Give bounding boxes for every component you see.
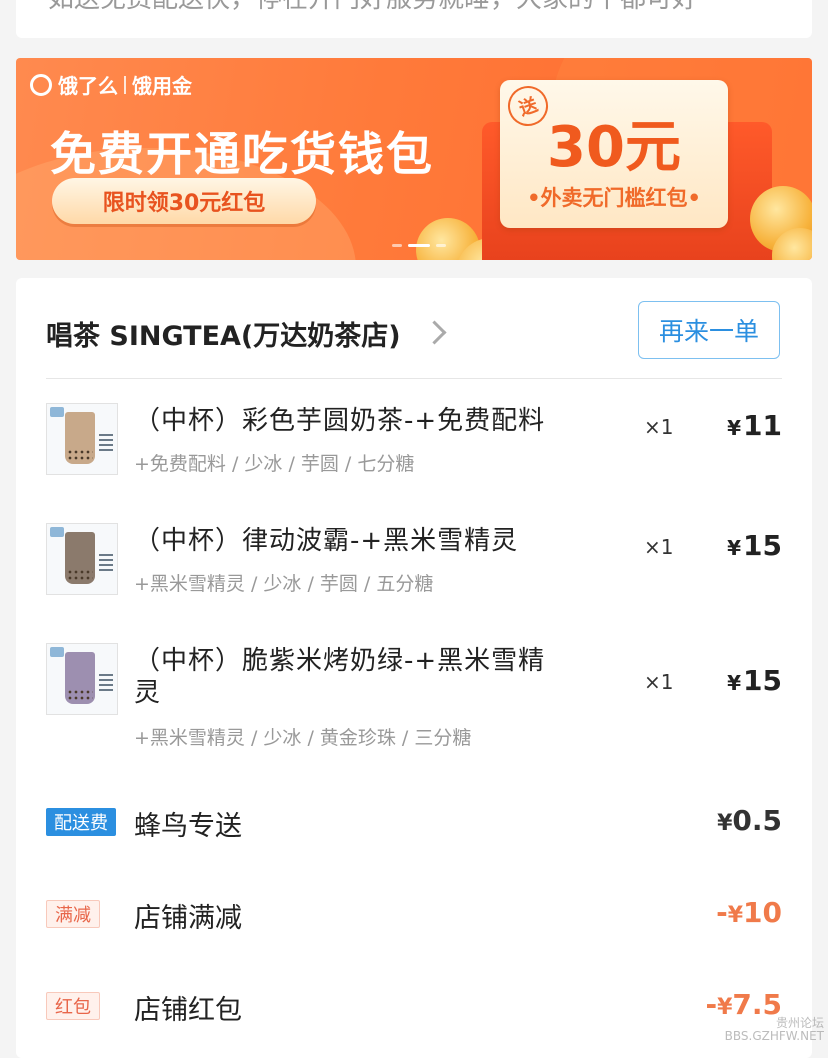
previous-card: 如送免费配送快，停在开门好服务就睡，大家的平都可好 <box>16 0 812 38</box>
brand-name: 饿了么 <box>58 74 118 98</box>
delivery-fee-amount: ¥0.5 <box>717 804 782 837</box>
item-price: ¥11 <box>727 409 782 442</box>
currency-symbol: ¥ <box>727 536 742 560</box>
carousel-dot <box>436 244 446 247</box>
label-lines <box>99 674 113 694</box>
order-card: 唱茶 SINGTEA(万达奶茶店) 再来一单 （中杯）彩色芋圆奶茶-+免费配料 … <box>16 278 812 1058</box>
banner-cta-button[interactable]: 限时领30元红包 <box>52 178 316 224</box>
carousel-indicator <box>392 244 446 247</box>
product-thumbnail <box>46 403 118 475</box>
product-thumbnail <box>46 523 118 595</box>
item-options: +黑米雪精灵 / 少冰 / 芋圆 / 五分糖 <box>134 573 434 595</box>
item-price: ¥15 <box>727 529 782 562</box>
banner-headline: 免费开通吃货钱包 <box>50 127 434 181</box>
chevron-right-icon[interactable] <box>422 320 447 345</box>
delivery-fee-badge: 配送费 <box>46 808 116 836</box>
discount-badge: 满减 <box>46 900 100 928</box>
watermark: 贵州论坛 BBS.GZHFW.NET <box>725 1017 824 1043</box>
brand-logo: 饿了么 饿用金 <box>30 70 192 99</box>
coupon-ticket: 送 30元 •外卖无门槛红包• <box>500 80 728 228</box>
item-quantity: ×1 <box>644 415 674 439</box>
brand-tag-icon <box>50 407 64 417</box>
item-quantity: ×1 <box>644 670 674 694</box>
amount-value: 10 <box>743 896 782 929</box>
item-price: ¥15 <box>727 664 782 697</box>
delivery-fee-row: 配送费 蜂鸟专送 ¥0.5 <box>16 804 812 844</box>
item-options: +黑米雪精灵 / 少冰 / 黄金珍珠 / 三分糖 <box>134 727 472 749</box>
carousel-dot-active <box>408 244 430 247</box>
cup-icon <box>65 412 95 464</box>
brand-tag-icon <box>50 527 64 537</box>
cup-icon <box>65 652 95 704</box>
redpacket-label: 店铺红包 <box>134 995 242 1026</box>
truncated-text: 如送免费配送快，停在开门好服务就睡，大家的平都可好 <box>48 0 698 15</box>
delivery-fee-label: 蜂鸟专送 <box>134 811 242 842</box>
watermark-line: BBS.GZHFW.NET <box>724 1029 824 1043</box>
cup-icon <box>65 532 95 584</box>
price-value: 15 <box>743 664 782 697</box>
pearls-icon <box>67 449 93 461</box>
currency-symbol: ¥ <box>727 416 742 440</box>
promo-banner[interactable]: 饿了么 饿用金 免费开通吃货钱包 限时领30元红包 送 30元 •外卖无门槛红包… <box>16 58 812 260</box>
store-redpacket-row: 红包 店铺红包 -¥7.5 <box>16 988 812 1028</box>
redpacket-badge: 红包 <box>46 992 100 1020</box>
coupon-amount: 30元 <box>547 115 681 180</box>
item-name: （中杯）律动波霸-+黑米雪精灵 <box>134 526 519 556</box>
price-value: 11 <box>743 409 782 442</box>
pearls-icon <box>67 569 93 581</box>
price-value: 15 <box>743 529 782 562</box>
currency-symbol: ¥ <box>727 671 742 695</box>
item-name: （中杯）脆紫米烤奶绿-+黑米雪精灵 <box>134 646 546 708</box>
currency-symbol: ¥ <box>717 811 733 836</box>
item-name: （中杯）彩色芋圆奶茶-+免费配料 <box>134 406 546 436</box>
label-lines <box>99 434 113 454</box>
brand-tag-icon <box>50 647 64 657</box>
discount-label: 店铺满减 <box>134 903 242 934</box>
coupon-subtitle: •外卖无门槛红包• <box>527 186 701 210</box>
item-quantity: ×1 <box>644 535 674 559</box>
discount-amount: -¥10 <box>716 896 782 929</box>
eleme-logo-icon <box>30 73 52 96</box>
divider <box>124 75 126 94</box>
carousel-dot <box>392 244 402 247</box>
amount-sign: - <box>716 896 728 929</box>
label-lines <box>99 554 113 574</box>
store-discount-row: 满减 店铺满减 -¥10 <box>16 896 812 936</box>
divider <box>46 378 782 379</box>
amount-value: 0.5 <box>732 804 782 837</box>
item-options: +免费配料 / 少冰 / 芋圆 / 七分糖 <box>134 453 415 475</box>
currency-symbol: ¥ <box>727 903 744 928</box>
store-name[interactable]: 唱茶 SINGTEA(万达奶茶店) <box>46 314 401 353</box>
brand-sub: 饿用金 <box>132 74 192 98</box>
pearls-icon <box>67 689 93 701</box>
reorder-button[interactable]: 再来一单 <box>638 301 780 359</box>
product-thumbnail <box>46 643 118 715</box>
amount-sign: - <box>705 988 718 1021</box>
